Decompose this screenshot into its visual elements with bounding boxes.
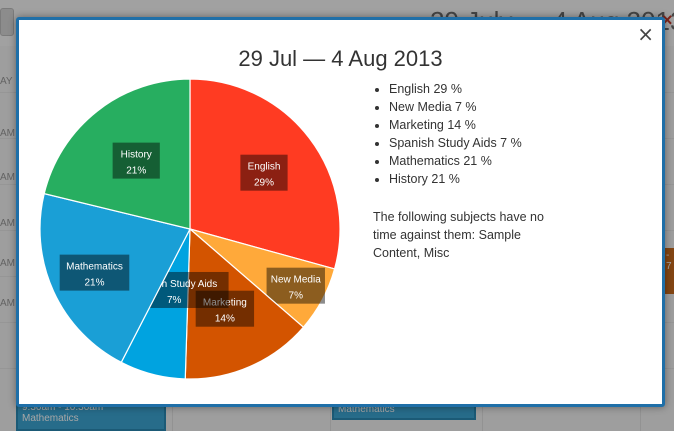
pie-label-value: 21%	[126, 166, 146, 177]
legend-item: Marketing 14 %	[389, 116, 522, 134]
legend-item: English 29 %	[389, 80, 522, 98]
pie-label-new-media: New Media 7%	[266, 267, 325, 304]
modal-title: 29 Jul — 4 Aug 2013	[238, 46, 443, 71]
pie-label-mathematics: Mathematics 21%	[59, 254, 130, 291]
subject-legend: English 29 % New Media 7 % Marketing 14 …	[371, 80, 522, 188]
pie-label-value: 14%	[215, 314, 235, 325]
pie-label-name: History	[121, 150, 152, 161]
pie-label-history: History 21%	[112, 142, 160, 179]
close-icon[interactable]: ×	[637, 22, 654, 46]
pie-chart: English29%New Media7%Marketing14%Spanish…	[37, 76, 343, 382]
legend-item: History 21 %	[389, 170, 522, 188]
pie-label-name: English	[248, 162, 281, 173]
pie-label-value: 21%	[84, 278, 104, 289]
legend-item: Mathematics 21 %	[389, 152, 522, 170]
legend-item: Spanish Study Aids 7 %	[389, 134, 522, 152]
pie-label-value: 7%	[289, 291, 304, 302]
pie-label-english: English 29%	[240, 154, 288, 191]
pie-label-name: New Media	[271, 275, 321, 286]
pie-label-name: Mathematics	[66, 262, 123, 273]
pie-label-value: 7%	[167, 295, 182, 306]
pie-chart-svg: English29%New Media7%Marketing14%Spanish…	[39, 78, 341, 380]
chart-modal: × 29 Jul — 4 Aug 2013 English 29% New Medi…	[16, 17, 665, 407]
legend-item: New Media 7 %	[389, 98, 522, 116]
no-time-note: The following subjects have no time agai…	[373, 210, 544, 260]
pie-label-value: 29%	[254, 178, 274, 189]
